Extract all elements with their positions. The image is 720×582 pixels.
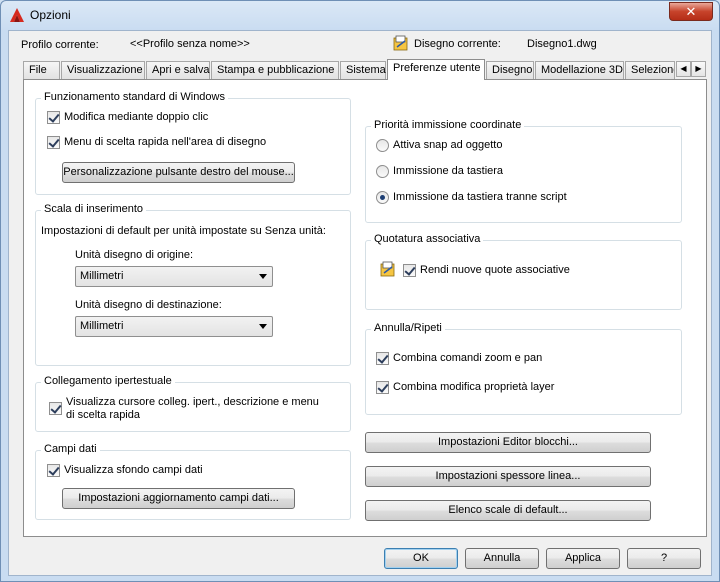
insert-scale-group: Scala di inserimento Impostazioni di def… xyxy=(35,203,351,366)
double-click-edit-checkbox[interactable] xyxy=(47,111,60,124)
combine-zoom-pan-checkbox[interactable] xyxy=(376,352,389,365)
group-title: Scala di inserimento xyxy=(41,203,147,215)
shortcut-menu-label: Menu di scelta rapida nell'area di diseg… xyxy=(64,136,267,148)
hyperlink-group: Collegamento ipertestuale Visualizza cur… xyxy=(35,375,351,432)
radio-running-osnap[interactable] xyxy=(376,139,389,152)
hyperlink-cursor-label-line2: di scelta rapida xyxy=(66,409,140,421)
windows-standard-group: Funzionamento standard di Windows Modifi… xyxy=(35,91,351,195)
chevron-down-icon xyxy=(259,324,267,329)
cancel-button[interactable]: Annulla xyxy=(465,548,539,569)
field-background-checkbox[interactable] xyxy=(47,464,60,477)
drawing-file-icon xyxy=(393,35,408,51)
undo-redo-group: Annulla/Ripeti Combina comandi zoom e pa… xyxy=(365,322,682,415)
current-profile-label: Profilo corrente: xyxy=(21,39,99,51)
profile-row: Profilo corrente: <<Profilo senza nome>>… xyxy=(9,31,711,59)
tab-file[interactable]: File xyxy=(23,61,60,79)
block-editor-settings-button[interactable]: Impostazioni Editor blocchi... xyxy=(365,432,651,453)
fields-group: Campi dati Visualizza sfondo campi dati … xyxy=(35,443,351,520)
field-background-label: Visualizza sfondo campi dati xyxy=(64,464,203,476)
source-units-value: Millimetri xyxy=(80,270,124,282)
group-title: Annulla/Ripeti xyxy=(371,322,445,334)
combine-layer-changes-label: Combina modifica proprietà layer xyxy=(393,381,555,393)
shortcut-menu-checkbox[interactable] xyxy=(47,136,60,149)
drawing-file-icon xyxy=(380,261,395,277)
radio-keyboard-except-scripts[interactable] xyxy=(376,191,389,204)
radio-running-osnap-label: Attiva snap ad oggetto xyxy=(393,139,503,151)
current-drawing-label: Disegno corrente: xyxy=(414,38,501,50)
field-update-settings-button[interactable]: Impostazioni aggiornamento campi dati... xyxy=(62,488,295,509)
tab-strip: File Visualizzazione Apri e salva Stampa… xyxy=(23,59,707,80)
assoc-dim-group: Quotatura associativa Rendi nuove quote … xyxy=(365,233,682,310)
assoc-dim-checkbox[interactable] xyxy=(403,264,416,277)
apply-button[interactable]: Applica xyxy=(546,548,620,569)
chevron-down-icon xyxy=(259,274,267,279)
target-units-value: Millimetri xyxy=(80,320,124,332)
target-units-select[interactable]: Millimetri xyxy=(75,316,273,337)
window-title: Opzioni xyxy=(30,8,71,22)
right-click-customization-button[interactable]: Personalizzazione pulsante destro del mo… xyxy=(62,162,295,183)
autocad-logo-icon xyxy=(10,8,24,22)
tab-sistema[interactable]: Sistema xyxy=(340,61,386,79)
insert-scale-default-text: Impostazioni di default per unità impost… xyxy=(41,225,326,237)
ok-button[interactable]: OK xyxy=(384,548,458,569)
group-title: Quotatura associativa xyxy=(371,233,484,245)
target-units-label: Unità disegno di destinazione: xyxy=(75,299,222,311)
tab-disegno[interactable]: Disegno xyxy=(486,61,534,79)
preferenze-utente-panel: Funzionamento standard di Windows Modifi… xyxy=(23,79,707,537)
source-units-select[interactable]: Millimetri xyxy=(75,266,273,287)
tab-apri-e-salva[interactable]: Apri e salva xyxy=(146,61,210,79)
group-title: Priorità immissione coordinate xyxy=(371,119,525,131)
radio-keyboard-except-scripts-label: Immissione da tastiera tranne script xyxy=(393,191,567,203)
group-title: Funzionamento standard di Windows xyxy=(41,91,228,103)
double-click-edit-label: Modifica mediante doppio clic xyxy=(64,111,209,123)
dialog-client-area: Profilo corrente: <<Profilo senza nome>>… xyxy=(8,30,712,576)
assoc-dim-label: Rendi nuove quote associative xyxy=(420,264,570,276)
combine-layer-changes-checkbox[interactable] xyxy=(376,381,389,394)
current-drawing-value: Disegno1.dwg xyxy=(527,38,597,50)
hyperlink-cursor-label-line1: Visualizza cursore colleg. ipert., descr… xyxy=(66,396,319,408)
tab-preferenze-utente[interactable]: Preferenze utente xyxy=(387,59,485,80)
tab-modellazione-3d[interactable]: Modellazione 3D xyxy=(535,61,624,79)
lineweight-settings-button[interactable]: Impostazioni spessore linea... xyxy=(365,466,651,487)
current-profile-value: <<Profilo senza nome>> xyxy=(130,38,250,50)
hyperlink-cursor-checkbox[interactable] xyxy=(49,402,62,415)
tab-scroll-right-icon[interactable]: ▶ xyxy=(691,61,706,77)
group-title: Collegamento ipertestuale xyxy=(41,375,175,387)
title-bar[interactable]: Opzioni ✕ xyxy=(1,1,719,29)
radio-keyboard-entry-label: Immissione da tastiera xyxy=(393,165,504,177)
group-title: Campi dati xyxy=(41,443,100,455)
combine-zoom-pan-label: Combina comandi zoom e pan xyxy=(393,352,543,364)
tab-scroll-left-icon[interactable]: ◀ xyxy=(676,61,691,77)
tab-selezione[interactable]: Selezione xyxy=(625,61,675,79)
coord-priority-group: Priorità immissione coordinate Attiva sn… xyxy=(365,119,682,223)
tab-stampa-pubblicazione[interactable]: Stampa e pubblicazione xyxy=(211,61,339,79)
source-units-label: Unità disegno di origine: xyxy=(75,249,194,261)
default-scale-list-button[interactable]: Elenco scale di default... xyxy=(365,500,651,521)
radio-keyboard-entry[interactable] xyxy=(376,165,389,178)
help-button[interactable]: ? xyxy=(627,548,701,569)
tab-visualizzazione[interactable]: Visualizzazione xyxy=(61,61,145,79)
dialog-footer: OK Annulla Applica ? xyxy=(9,537,711,577)
options-dialog: Opzioni ✕ Profilo corrente: <<Profilo se… xyxy=(0,0,720,582)
close-button[interactable]: ✕ xyxy=(669,2,713,21)
